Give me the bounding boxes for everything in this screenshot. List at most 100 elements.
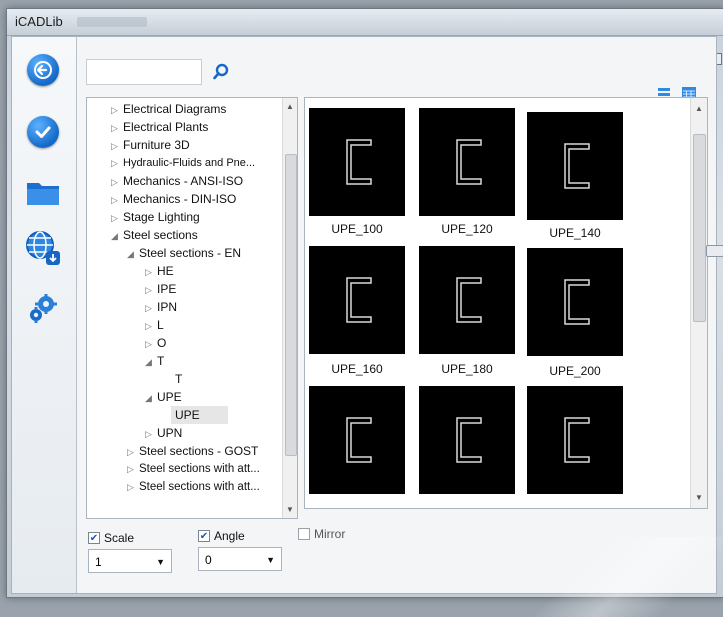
angle-option[interactable]: ✔ Angle [198, 529, 245, 543]
tree-item-mechanics-din[interactable]: ▷ Mechanics - DIN-ISO [111, 190, 236, 208]
channel-section-icon [346, 277, 372, 323]
main-panel: ▷ Electrical Diagrams ▷ Electrical Plants … [11, 36, 723, 617]
tree-item-electrical-plants[interactable]: ▷ Electrical Plants [111, 118, 208, 136]
title-bar[interactable]: iCADLib [7, 9, 723, 36]
scroll-down-icon[interactable]: ▼ [695, 493, 703, 502]
expand-arrow-icon[interactable]: ▷ [111, 173, 123, 191]
search-input[interactable] [86, 59, 202, 85]
symbol-tile[interactable] [527, 386, 623, 494]
tree-item-l[interactable]: ▷ L [145, 316, 164, 334]
symbol-gallery[interactable]: UPE_100 UPE_120 UPE_140 UPE_160 UPE_180 … [304, 97, 708, 509]
symbol-tile[interactable] [419, 108, 515, 216]
expand-arrow-icon[interactable]: ▷ [111, 191, 123, 209]
symbol-tile[interactable] [309, 386, 405, 494]
expand-arrow-icon[interactable]: ▷ [111, 101, 123, 119]
open-folder-button[interactable] [22, 171, 64, 213]
tree-item-upe[interactable]: ◢ UPE [145, 388, 182, 406]
window-reflection [482, 537, 722, 617]
channel-section-icon [346, 139, 372, 185]
zoom-slider-handle[interactable] [706, 245, 723, 257]
tree-item-steel-sections-att-2[interactable]: ▷ Steel sections with att... [127, 478, 260, 496]
tree-item-ipn[interactable]: ▷ IPN [145, 298, 177, 316]
tree-item-he[interactable]: ▷ HE [145, 262, 174, 280]
scale-option[interactable]: ✔ Scale [88, 531, 134, 545]
tree-item-stage-lighting[interactable]: ▷ Stage Lighting [111, 208, 200, 226]
tree-item-o[interactable]: ▷ O [145, 334, 166, 352]
category-tree[interactable]: ▷ Electrical Diagrams ▷ Electrical Plants … [86, 97, 298, 519]
scale-checkbox[interactable]: ✔ [88, 532, 100, 544]
scale-select[interactable]: 1 ▼ [88, 549, 172, 573]
tree-item-furniture-3d[interactable]: ▷ Furniture 3D [111, 136, 190, 154]
tree-scrollbar[interactable]: ▲ ▼ [282, 98, 297, 518]
search-button[interactable] [212, 63, 232, 83]
symbol-tile[interactable] [527, 112, 623, 220]
symbol-label: UPE_160 [331, 362, 383, 376]
gallery-scroll-thumb[interactable] [693, 134, 706, 322]
search-icon [213, 63, 229, 80]
collapse-arrow-icon[interactable]: ◢ [145, 353, 157, 371]
dropdown-arrow-icon: ▼ [156, 557, 165, 567]
tree-item-mechanics-ansi[interactable]: ▷ Mechanics - ANSI-ISO [111, 172, 243, 190]
channel-section-icon [346, 417, 372, 463]
angle-checkbox[interactable]: ✔ [198, 530, 210, 542]
mirror-option[interactable]: Mirror [298, 527, 345, 541]
symbol-label: UPE_180 [441, 362, 493, 376]
expand-arrow-icon[interactable]: ▷ [111, 154, 123, 172]
download-button[interactable] [22, 227, 64, 269]
channel-section-icon [564, 279, 590, 325]
tree-item-ipe[interactable]: ▷ IPE [145, 280, 176, 298]
expand-arrow-icon[interactable]: ▷ [145, 281, 157, 299]
channel-section-icon [456, 139, 482, 185]
expand-arrow-icon[interactable]: ▷ [127, 460, 139, 478]
collapse-arrow-icon[interactable]: ◢ [145, 389, 157, 407]
tree-item-upn[interactable]: ▷ UPN [145, 424, 182, 442]
expand-arrow-icon[interactable]: ▷ [145, 425, 157, 443]
tree-item-steel-sections-en[interactable]: ◢ Steel sections - EN [127, 244, 241, 262]
angle-select[interactable]: 0 ▼ [198, 547, 282, 571]
tree-item-t[interactable]: ◢ T [145, 352, 164, 370]
expand-arrow-icon[interactable]: ▷ [111, 209, 123, 227]
tree-item-upe-leaf-selected[interactable]: UPE [171, 406, 228, 424]
collapse-arrow-icon[interactable]: ◢ [111, 227, 123, 245]
symbol-label: UPE_100 [331, 222, 383, 236]
tree-scroll-thumb[interactable] [285, 154, 297, 456]
window-title: iCADLib [15, 14, 63, 29]
tree-item-steel-sections[interactable]: ◢ Steel sections [111, 226, 198, 244]
symbol-tile[interactable] [309, 108, 405, 216]
expand-arrow-icon[interactable]: ▷ [145, 335, 157, 353]
expand-arrow-icon[interactable]: ▷ [111, 119, 123, 137]
symbol-tile[interactable] [309, 246, 405, 354]
symbol-tile[interactable] [419, 386, 515, 494]
expand-arrow-icon[interactable]: ▷ [111, 137, 123, 155]
tree-item-steel-sections-att-1[interactable]: ▷ Steel sections with att... [127, 460, 260, 478]
gears-icon [30, 294, 57, 323]
expand-arrow-icon[interactable]: ▷ [145, 263, 157, 281]
expand-arrow-icon[interactable]: ▷ [145, 299, 157, 317]
settings-button[interactable] [22, 287, 64, 329]
back-button[interactable] [22, 49, 64, 91]
app-window: iCADLib ▷ Electrical Diagrams ▷ Electric… [6, 8, 723, 617]
confirm-button[interactable] [22, 111, 64, 153]
mirror-checkbox[interactable] [298, 528, 310, 540]
channel-section-icon [564, 417, 590, 463]
tree-items: ▷ Electrical Diagrams ▷ Electrical Plants … [87, 98, 283, 518]
scroll-up-icon[interactable]: ▲ [695, 104, 703, 113]
collapse-arrow-icon[interactable]: ◢ [127, 245, 139, 263]
channel-section-icon [456, 277, 482, 323]
symbol-tile[interactable] [419, 246, 515, 354]
scroll-down-icon[interactable]: ▼ [286, 505, 294, 514]
symbol-label: UPE_140 [549, 226, 601, 240]
channel-section-icon [564, 143, 590, 189]
expand-arrow-icon[interactable]: ▷ [127, 478, 139, 496]
tree-item-steel-sections-gost[interactable]: ▷ Steel sections - GOST [127, 442, 258, 460]
expand-arrow-icon[interactable]: ▷ [127, 443, 139, 461]
scroll-up-icon[interactable]: ▲ [286, 102, 294, 111]
tree-item-electrical-diagrams[interactable]: ▷ Electrical Diagrams [111, 100, 226, 118]
tree-item-hydraulic[interactable]: ▷ Hydraulic-Fluids and Pne... [111, 154, 255, 172]
gallery-scrollbar[interactable]: ▲ ▼ [690, 98, 707, 508]
left-toolbar [12, 37, 77, 593]
expand-arrow-icon[interactable]: ▷ [145, 317, 157, 335]
symbol-label: UPE_200 [549, 364, 601, 378]
tree-item-t-leaf[interactable]: T [175, 370, 182, 388]
symbol-tile[interactable] [527, 248, 623, 356]
